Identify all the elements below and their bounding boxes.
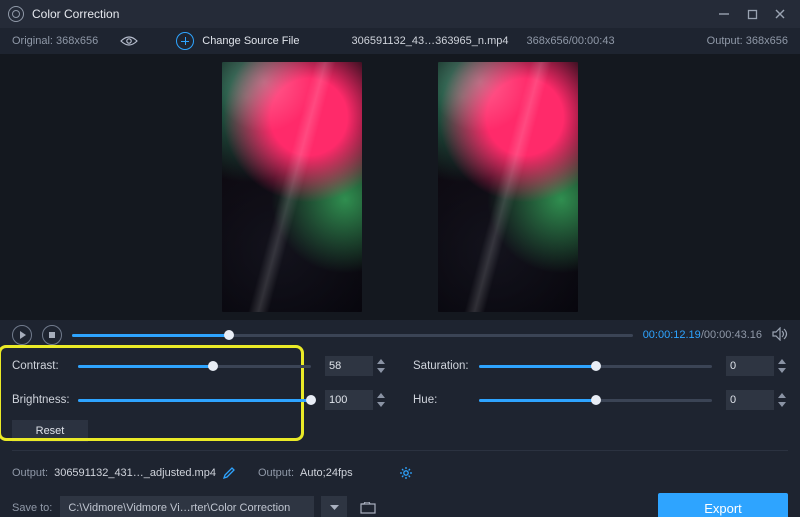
saturation-label: Saturation: [413, 360, 479, 372]
brightness-slider[interactable] [78, 391, 311, 409]
plus-circle-icon [176, 32, 194, 50]
hue-slider[interactable] [479, 391, 712, 409]
output-file-label: Output: [12, 467, 48, 479]
stop-icon [49, 332, 55, 338]
saturation-value[interactable]: 0 [726, 356, 774, 376]
output-dimensions: Output: 368x656 [707, 35, 788, 47]
change-source-label: Change Source File [202, 35, 299, 47]
contrast-slider[interactable] [78, 357, 311, 375]
app-logo-icon [8, 6, 24, 22]
export-button[interactable]: Export [658, 493, 788, 517]
time-total: 00:00:43.16 [704, 329, 762, 341]
hue-stepper[interactable] [776, 391, 788, 409]
volume-icon[interactable] [772, 327, 788, 343]
preview-toggle-icon[interactable] [118, 34, 140, 48]
open-folder-button[interactable] [355, 496, 381, 517]
saturation-stepper[interactable] [776, 357, 788, 375]
contrast-stepper[interactable] [375, 357, 387, 375]
saturation-slider[interactable] [479, 357, 712, 375]
output-row: Output: 306591132_431…_adjusted.mp4 Outp… [0, 461, 800, 485]
titlebar: Color Correction [0, 0, 800, 28]
stop-button[interactable] [42, 325, 62, 345]
contrast-label: Contrast: [12, 360, 78, 372]
source-filename: 306591132_43…363965_n.mp4 [351, 35, 508, 47]
contrast-row: Contrast: 58 [12, 356, 387, 376]
divider [12, 450, 788, 451]
rename-output-icon[interactable] [222, 466, 236, 480]
original-preview [222, 62, 362, 312]
preview-area [0, 54, 800, 320]
playback-bar: 00:00:12.19/00:00:43.16 [0, 320, 800, 350]
output-file-name: 306591132_431…_adjusted.mp4 [54, 467, 216, 479]
output-format-label: Output: [258, 467, 294, 479]
brightness-value[interactable]: 100 [325, 390, 373, 410]
save-path-dropdown[interactable] [321, 496, 347, 517]
brightness-row: Brightness: 100 [12, 390, 387, 410]
play-button[interactable] [12, 325, 32, 345]
reset-button[interactable]: Reset [12, 420, 88, 442]
original-label: Original: [12, 35, 53, 47]
hue-row: Hue: 0 [413, 390, 788, 410]
play-icon [20, 331, 26, 339]
seek-slider[interactable] [72, 325, 633, 345]
output-format-value: Auto;24fps [300, 467, 353, 479]
time-current: 00:00:12.19 [643, 329, 701, 341]
original-dimensions: 368x656 [56, 35, 98, 47]
source-bar: Original: 368x656 Change Source File 306… [0, 28, 800, 54]
adjustment-panel: Contrast: 58 Saturation: 0 Brightnes [0, 350, 800, 461]
save-row: Save to: C:\Vidmore\Vidmore Vi…rter\Colo… [0, 485, 800, 517]
contrast-value[interactable]: 58 [325, 356, 373, 376]
timecode: 00:00:12.19/00:00:43.16 [643, 329, 762, 341]
close-button[interactable] [766, 2, 794, 26]
saturation-row: Saturation: 0 [413, 356, 788, 376]
change-source-button[interactable]: Change Source File [176, 32, 299, 50]
source-meta: 368x656/00:00:43 [526, 35, 614, 47]
hue-value[interactable]: 0 [726, 390, 774, 410]
brightness-label: Brightness: [12, 394, 78, 406]
output-settings-icon[interactable] [399, 466, 413, 480]
window-title: Color Correction [32, 7, 119, 21]
output-preview [438, 62, 578, 312]
maximize-button[interactable] [738, 2, 766, 26]
brightness-stepper[interactable] [375, 391, 387, 409]
minimize-button[interactable] [710, 2, 738, 26]
save-path-field[interactable]: C:\Vidmore\Vidmore Vi…rter\Color Correct… [60, 496, 314, 517]
save-to-label: Save to: [12, 502, 52, 514]
hue-label: Hue: [413, 394, 479, 406]
